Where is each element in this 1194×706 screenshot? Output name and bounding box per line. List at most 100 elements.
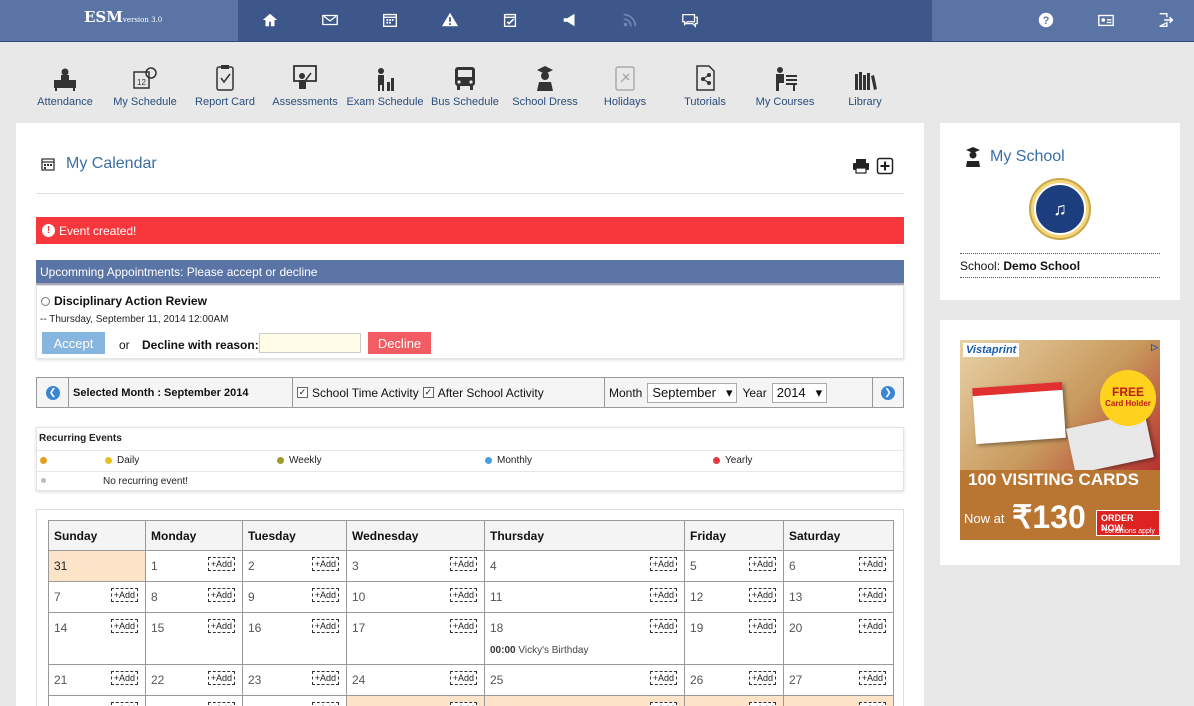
calendar-day-cell[interactable]: 1+Add bbox=[346, 695, 485, 706]
advertisement-banner[interactable]: Vistaprint ▷ FREE Card Holder 100 VISITIN… bbox=[960, 340, 1160, 540]
after-school-checkbox[interactable]: ✓ bbox=[422, 387, 434, 398]
add-event-button[interactable]: +Add bbox=[748, 557, 776, 571]
calendar-day-cell[interactable]: 27 +Add bbox=[783, 664, 894, 696]
calendar-day-cell[interactable]: 16 +Add bbox=[242, 612, 347, 665]
add-event-button[interactable]: +Add bbox=[858, 557, 886, 571]
add-event-button[interactable]: +Add bbox=[311, 702, 339, 706]
add-event-button[interactable]: +Add bbox=[748, 588, 776, 602]
add-event-button[interactable]: +Add bbox=[748, 671, 776, 685]
year-select[interactable]: 2014 ▾ bbox=[771, 382, 828, 403]
add-event-button[interactable]: +Add bbox=[110, 619, 138, 633]
alert-icon[interactable] bbox=[439, 9, 461, 31]
calendar-day-cell[interactable]: 17 +Add bbox=[346, 612, 485, 665]
calendar-day-cell[interactable]: 30+Add bbox=[242, 695, 347, 706]
module-holidays[interactable]: Holidays bbox=[580, 60, 670, 108]
add-event-button[interactable]: +Add bbox=[748, 619, 776, 633]
calendar-event[interactable]: 00:00 Vicky's Birthday bbox=[490, 645, 679, 656]
calendar-day-cell[interactable]: 4+Add bbox=[783, 695, 894, 706]
add-event-button[interactable]: +Add bbox=[110, 702, 138, 706]
module-tutorials[interactable]: Tutorials bbox=[660, 60, 750, 108]
add-event-button[interactable]: +Add bbox=[649, 619, 677, 633]
calendar-day-cell[interactable]: 18 +Add 00:00 Vicky's Birthday bbox=[484, 612, 685, 665]
calendar-day-cell[interactable]: 13 +Add bbox=[783, 581, 894, 613]
add-event-button[interactable]: +Add bbox=[858, 588, 886, 602]
calendar-day-cell[interactable]: 2+Add bbox=[484, 695, 685, 706]
add-event-button[interactable]: +Add bbox=[649, 702, 677, 706]
module-assessments[interactable]: Assessments bbox=[260, 60, 350, 108]
add-event-button[interactable]: +Add bbox=[311, 619, 339, 633]
add-event-button[interactable]: +Add bbox=[207, 557, 235, 571]
module-my-courses[interactable]: My Courses bbox=[740, 60, 830, 108]
calendar-day-cell[interactable]: 29+Add bbox=[145, 695, 243, 706]
decline-reason-input[interactable] bbox=[259, 333, 361, 353]
add-event-button[interactable]: +Add bbox=[649, 557, 677, 571]
add-event-button[interactable]: +Add bbox=[449, 619, 477, 633]
calendar-icon[interactable] bbox=[379, 9, 401, 31]
module-library[interactable]: Library bbox=[820, 60, 910, 108]
print-icon[interactable] bbox=[852, 157, 870, 175]
id-card-icon[interactable] bbox=[1095, 9, 1117, 31]
announce-icon[interactable] bbox=[559, 9, 581, 31]
calendar-day-cell[interactable]: 4+Add bbox=[484, 550, 685, 582]
module-report-card[interactable]: Report Card bbox=[180, 60, 270, 108]
calendar-day-cell[interactable]: 14 +Add bbox=[48, 612, 146, 665]
add-event-button[interactable]: +Add bbox=[207, 588, 235, 602]
add-event-button[interactable]: +Add bbox=[207, 619, 235, 633]
add-event-button[interactable]: +Add bbox=[110, 671, 138, 685]
chat-icon[interactable] bbox=[679, 9, 701, 31]
module-my-schedule[interactable]: 12 My Schedule bbox=[100, 60, 190, 108]
module-school-dress[interactable]: School Dress bbox=[500, 60, 590, 108]
add-event-button[interactable]: +Add bbox=[449, 702, 477, 706]
add-event-button[interactable]: +Add bbox=[649, 671, 677, 685]
add-event-button[interactable]: +Add bbox=[311, 557, 339, 571]
calendar-day-cell[interactable]: 31 bbox=[48, 550, 146, 582]
next-month-icon[interactable]: ❯ bbox=[881, 385, 895, 400]
module-bus-schedule[interactable]: Bus Schedule bbox=[420, 60, 510, 108]
add-event-button[interactable]: +Add bbox=[858, 671, 886, 685]
logout-icon[interactable] bbox=[1155, 9, 1177, 31]
ad-info-icon[interactable]: ▷ bbox=[1151, 342, 1158, 353]
mail-icon[interactable] bbox=[319, 9, 341, 31]
add-event-button[interactable]: +Add bbox=[207, 702, 235, 706]
home-icon[interactable] bbox=[259, 9, 281, 31]
add-event-button[interactable]: +Add bbox=[311, 671, 339, 685]
calendar-day-cell[interactable]: 22 +Add bbox=[145, 664, 243, 696]
school-time-checkbox[interactable]: ✓ bbox=[297, 387, 308, 398]
calendar-day-cell[interactable]: 6 +Add bbox=[783, 550, 894, 582]
calendar-day-cell[interactable]: 19 +Add bbox=[684, 612, 784, 665]
prev-month-icon[interactable]: ❮ bbox=[45, 385, 60, 400]
rss-icon[interactable] bbox=[619, 9, 641, 31]
calendar-day-cell[interactable]: 15 +Add bbox=[145, 612, 243, 665]
decline-button[interactable]: Decline bbox=[368, 332, 431, 354]
calendar-day-cell[interactable]: 3+Add bbox=[346, 550, 485, 582]
calendar-day-cell[interactable]: 1+Add bbox=[145, 550, 243, 582]
calendar-day-cell[interactable]: 12 +Add bbox=[684, 581, 784, 613]
add-event-button[interactable]: +Add bbox=[858, 702, 886, 706]
calendar-day-cell[interactable]: 8 +Add bbox=[145, 581, 243, 613]
calendar-day-cell[interactable]: 23 +Add bbox=[242, 664, 347, 696]
add-event-button[interactable]: +Add bbox=[207, 671, 235, 685]
calendar-day-cell[interactable]: 9 +Add bbox=[242, 581, 347, 613]
module-exam-schedule[interactable]: Exam Schedule bbox=[340, 60, 430, 108]
calendar-day-cell[interactable]: 20 +Add bbox=[783, 612, 894, 665]
add-event-button[interactable]: +Add bbox=[649, 588, 677, 602]
add-event-button[interactable]: +Add bbox=[449, 557, 477, 571]
accept-button[interactable]: Accept bbox=[42, 332, 105, 354]
add-event-button[interactable]: +Add bbox=[110, 588, 138, 602]
calendar-day-cell[interactable]: 24 +Add bbox=[346, 664, 485, 696]
app-logo[interactable]: ESMversion 3.0 bbox=[84, 8, 162, 26]
calendar-day-cell[interactable]: 11 +Add bbox=[484, 581, 685, 613]
calendar-day-cell[interactable]: 26 +Add bbox=[684, 664, 784, 696]
add-event-icon[interactable] bbox=[876, 157, 894, 175]
add-event-button[interactable]: +Add bbox=[858, 619, 886, 633]
calendar-day-cell[interactable]: 25 +Add bbox=[484, 664, 685, 696]
add-event-button[interactable]: +Add bbox=[311, 588, 339, 602]
calendar-day-cell[interactable]: 2+Add bbox=[242, 550, 347, 582]
calendar-day-cell[interactable]: 21 +Add bbox=[48, 664, 146, 696]
add-event-button[interactable]: +Add bbox=[449, 588, 477, 602]
add-event-button[interactable]: +Add bbox=[449, 671, 477, 685]
calendar-day-cell[interactable]: 3+Add bbox=[684, 695, 784, 706]
module-attendance[interactable]: Attendance bbox=[20, 60, 110, 108]
add-event-button[interactable]: +Add bbox=[748, 702, 776, 706]
calendar-day-cell[interactable]: 7 +Add bbox=[48, 581, 146, 613]
